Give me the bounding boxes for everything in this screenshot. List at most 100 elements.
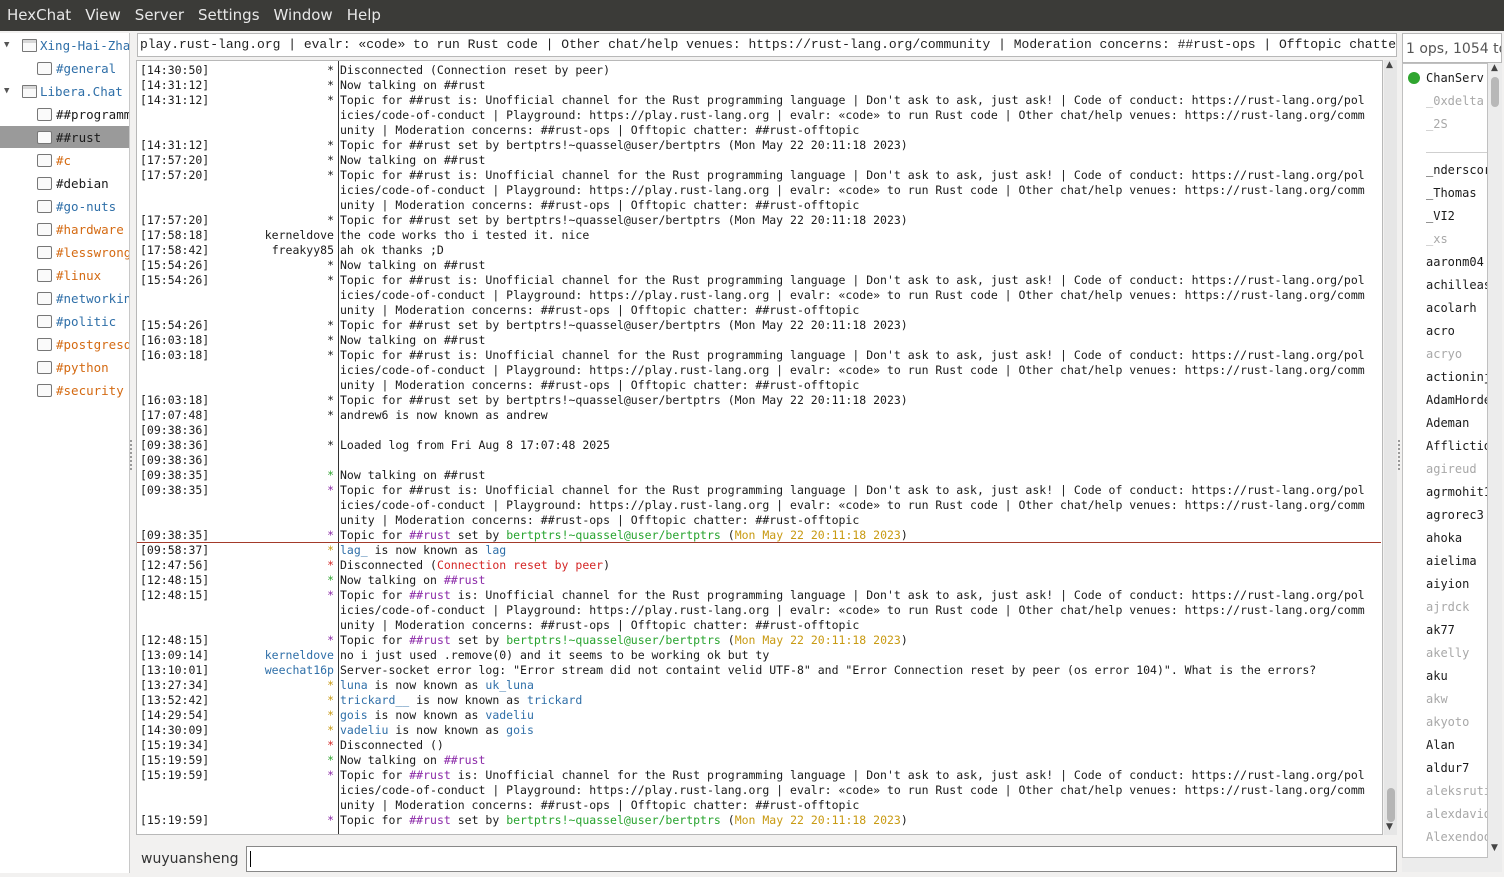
message-text: vadeliu is now known as gois: [340, 723, 534, 738]
user-entry[interactable]: AdamHorden: [1403, 389, 1487, 412]
user-entry[interactable]: _VI2: [1403, 205, 1487, 228]
menu-view[interactable]: View: [78, 0, 128, 31]
user-entry[interactable]: alexdavid: [1403, 803, 1487, 826]
timestamp: [15:19:59]: [140, 768, 210, 782]
expander-icon[interactable]: ▼: [4, 86, 14, 96]
scroll-up-icon[interactable]: ▲: [1491, 63, 1498, 73]
message-segment: Mon May 22 20:11:18 2023: [734, 633, 901, 647]
user-name: aaronm04: [1426, 255, 1484, 269]
tree-channel[interactable]: #postgresql: [0, 333, 129, 355]
message-text: lag_ is now known as lag: [340, 543, 506, 558]
message-input[interactable]: [246, 846, 1397, 872]
tree-channel[interactable]: #debian: [0, 172, 129, 194]
user-entry[interactable]: actioninja: [1403, 366, 1487, 389]
nick: kerneldove: [264, 648, 334, 662]
user-list-scrollbar[interactable]: ▲ ▼: [1488, 63, 1502, 858]
chat-line: unity | Moderation concerns: ##rust-ops …: [137, 378, 1381, 393]
scroll-up-icon[interactable]: ▲: [1386, 60, 1393, 70]
user-entry[interactable]: _2S: [1403, 113, 1487, 136]
tree-channel[interactable]: #hardware: [0, 218, 129, 240]
chat-scrollbar[interactable]: ▲ ▼: [1384, 60, 1397, 835]
scroll-thumb[interactable]: [1491, 77, 1499, 107]
menu-server[interactable]: Server: [128, 0, 191, 31]
expander-icon[interactable]: ▼: [4, 40, 14, 50]
user-entry[interactable]: agrmohit1: [1403, 481, 1487, 504]
message-segment: gois: [506, 723, 534, 737]
user-entry[interactable]: Alexendoo: [1403, 826, 1487, 849]
tree-channel[interactable]: #networking: [0, 287, 129, 309]
tree-channel[interactable]: #c: [0, 149, 129, 171]
user-name: actioninja: [1426, 370, 1487, 384]
message-segment: is now known as: [409, 693, 527, 707]
user-entry[interactable]: akelly: [1403, 642, 1487, 665]
user-entry[interactable]: aielima: [1403, 550, 1487, 573]
pane-resize-grip[interactable]: [1398, 440, 1402, 470]
user-entry[interactable]: aaronm04: [1403, 251, 1487, 274]
message-text: Loaded log from Fri Aug 8 17:07:48 2025: [340, 438, 611, 452]
user-entry[interactable]: aku: [1403, 665, 1487, 688]
user-entry[interactable]: acryo: [1403, 343, 1487, 366]
user-entry[interactable]: akw: [1403, 688, 1487, 711]
user-entry[interactable]: _Thomas: [1403, 182, 1487, 205]
user-entry[interactable]: Affliction: [1403, 435, 1487, 458]
tree-channel[interactable]: #general: [0, 57, 129, 79]
user-entry[interactable]: acro: [1403, 320, 1487, 343]
tree-server[interactable]: ▼ Xing-Hai-Zhan: [0, 34, 129, 56]
tree-channel[interactable]: #python: [0, 356, 129, 378]
user-entry[interactable]: Alan: [1403, 734, 1487, 757]
scroll-thumb[interactable]: [1387, 788, 1395, 822]
tree-channel[interactable]: #lesswrong: [0, 241, 129, 263]
tree-channel[interactable]: ##rust: [0, 126, 129, 148]
message-segment: (: [720, 528, 735, 542]
user-entry[interactable]: _nderscore: [1403, 159, 1487, 182]
user-entry[interactable]: aiyion: [1403, 573, 1487, 596]
user-entry[interactable]: _xs: [1403, 228, 1487, 251]
message-text: unity | Moderation concerns: ##rust-ops …: [340, 198, 860, 212]
message-segment: uk_luna: [485, 678, 534, 692]
nick: *: [327, 393, 334, 407]
user-name: ChanServ: [1426, 71, 1484, 85]
user-entry[interactable]: ajrdck: [1403, 596, 1487, 619]
scroll-down-icon[interactable]: ▼: [1386, 822, 1393, 832]
scroll-down-icon[interactable]: ▼: [1491, 843, 1498, 853]
tree-label: #linux: [56, 267, 102, 283]
tree-channel[interactable]: ##programming: [0, 103, 129, 125]
tree-channel[interactable]: #go-nuts: [0, 195, 129, 217]
user-entry[interactable]: _0xdelta: [1403, 90, 1487, 113]
user-entry[interactable]: aldur7: [1403, 757, 1487, 780]
message-segment: ##rust: [409, 813, 451, 827]
user-entry[interactable]: aleksruti: [1403, 780, 1487, 803]
message-text: Topic for ##rust set by bertptrs!~quasse…: [340, 633, 908, 648]
message-segment: ): [603, 558, 611, 572]
chat-log[interactable]: [14:30:50] * Disconnected (Connection rese…: [136, 60, 1383, 835]
user-list-hscrollbar[interactable]: [1402, 858, 1502, 872]
menu-settings[interactable]: Settings: [191, 0, 267, 31]
timestamp: [09:38:35]: [140, 528, 210, 542]
menu-hexchat[interactable]: HexChat: [0, 0, 78, 31]
nick-button[interactable]: wuyuansheng: [136, 846, 244, 872]
tree-channel[interactable]: #linux: [0, 264, 129, 286]
user-entry[interactable]: acolarh: [1403, 297, 1487, 320]
nick: *: [327, 258, 334, 272]
tree-channel[interactable]: #politic: [0, 310, 129, 332]
user-entry[interactable]: agireud: [1403, 458, 1487, 481]
user-entry[interactable]: ak77: [1403, 619, 1487, 642]
tree-label: #lesswrong: [56, 244, 130, 260]
user-entry[interactable]: Ademan: [1403, 412, 1487, 435]
user-entry[interactable]: [1403, 136, 1487, 159]
message-segment: trickard__: [340, 693, 410, 707]
message-segment: Now talking on: [340, 753, 444, 767]
menu-window[interactable]: Window: [267, 0, 340, 31]
nick: *: [327, 78, 334, 92]
tree-server[interactable]: ▼ Libera.Chat: [0, 80, 129, 102]
tree-channel[interactable]: #security: [0, 379, 129, 401]
user-entry[interactable]: ahoka: [1403, 527, 1487, 550]
topic-bar[interactable]: play.rust-lang.org | evalr: «code» to ru…: [137, 33, 1397, 57]
user-entry[interactable]: ChanServ: [1403, 67, 1487, 90]
menu-help[interactable]: Help: [340, 0, 388, 31]
pane-resize-grip[interactable]: [130, 440, 134, 470]
user-entry[interactable]: achilleas: [1403, 274, 1487, 297]
user-entry[interactable]: agrorec3: [1403, 504, 1487, 527]
user-entry[interactable]: akyoto: [1403, 711, 1487, 734]
chat-line: [14:31:12] * Topic for ##rust is: Unoffici…: [137, 93, 1381, 108]
